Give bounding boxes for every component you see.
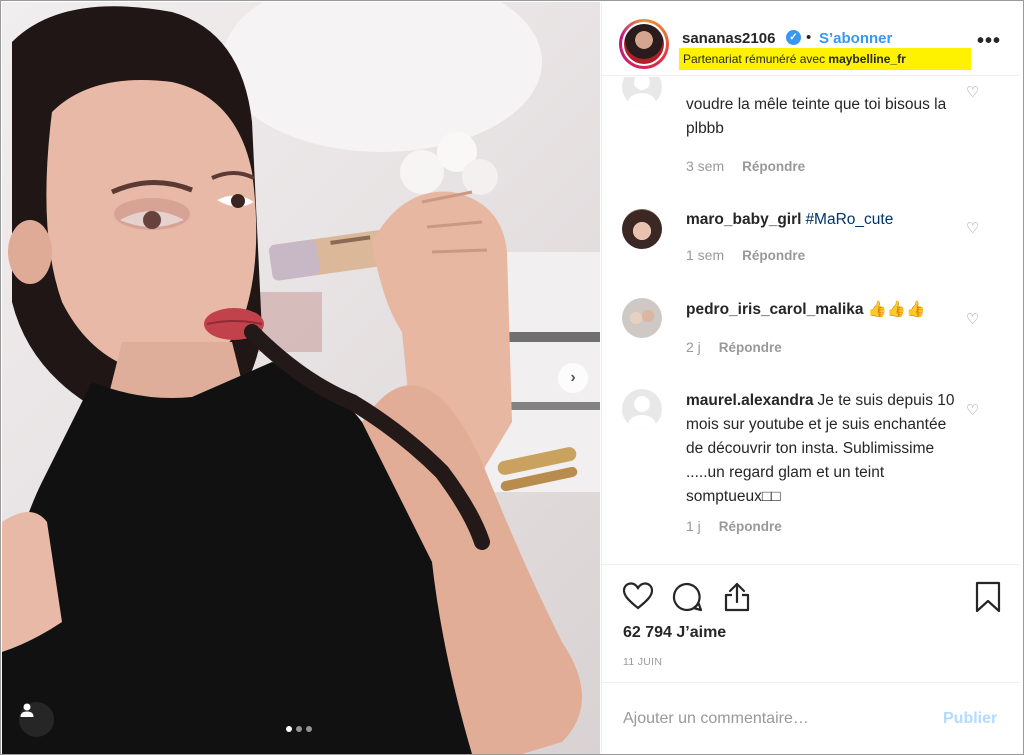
comment-body: maro_baby_girl #MaRo_cute [686, 208, 966, 232]
comment-time[interactable]: 3 sem [686, 158, 724, 174]
heart-icon[interactable] [622, 581, 654, 611]
comment-avatar[interactable] [622, 389, 662, 429]
add-comment-section: Publier [602, 682, 1020, 754]
carousel-dot [286, 726, 292, 732]
author-username[interactable]: sananas2106 [682, 30, 775, 47]
reply-button[interactable]: Répondre [742, 159, 805, 174]
comment-body: maurel.alexandra Je te suis depuis 10 moi… [686, 389, 966, 509]
author-avatar[interactable] [619, 19, 669, 69]
comment-like-icon[interactable]: ♡ [966, 310, 984, 328]
header-separator: • [806, 29, 812, 46]
comment-like-icon[interactable]: ♡ [966, 219, 984, 237]
comment-text: voudre la mêle teinte que toi bisous la … [686, 96, 947, 137]
comments-list[interactable]: voudre la mêle teinte que toi bisous la … [602, 77, 1020, 564]
comment-meta: 3 sem Répondre [686, 158, 805, 174]
share-icon[interactable] [722, 581, 752, 613]
post-header: sananas2106 ✓ • S’abonner Partenariat ré… [602, 2, 1020, 76]
comment-hashtag[interactable]: #MaRo_cute [805, 211, 893, 228]
comment-meta: 1 sem Répondre [686, 247, 805, 263]
post-actions: 62 794 J’aime 11 JUIN [602, 564, 1020, 682]
comment-avatar[interactable] [622, 209, 662, 249]
comment-username[interactable]: pedro_iris_carol_malika [686, 301, 864, 318]
comment-bubble-icon[interactable] [671, 581, 703, 613]
photo-illustration [2, 2, 600, 754]
comment-username[interactable]: maro_baby_girl [686, 211, 801, 228]
post-modal: › sananas2106 ✓ • S’abonner Partenariat … [0, 0, 1024, 755]
partnership-brand-link[interactable]: maybelline_fr [828, 52, 905, 66]
more-options-button[interactable]: ••• [977, 30, 1001, 53]
reply-button[interactable]: Répondre [719, 340, 782, 355]
comment-meta: 1 j Répondre [686, 518, 782, 534]
user-tags-button[interactable] [19, 702, 54, 737]
person-icon [20, 703, 34, 717]
follow-button[interactable]: S’abonner [819, 30, 892, 47]
comment-text: 👍👍👍 [867, 301, 926, 318]
comment-like-icon[interactable]: ♡ [966, 401, 984, 419]
post-photo[interactable]: › [2, 2, 600, 754]
partnership-prefix: Partenariat rémunéré avec [683, 52, 829, 66]
post-side-panel: sananas2106 ✓ • S’abonner Partenariat ré… [601, 2, 1020, 754]
comment-time[interactable]: 2 j [686, 339, 701, 355]
comment-meta: 2 j Répondre [686, 339, 782, 355]
chevron-right-icon: › [570, 369, 576, 386]
comment-like-icon[interactable]: ♡ [966, 83, 984, 101]
comment-time[interactable]: 1 sem [686, 247, 724, 263]
comment-avatar[interactable] [622, 298, 662, 338]
comment-time[interactable]: 1 j [686, 518, 701, 534]
likes-count[interactable]: 62 794 J’aime [623, 624, 726, 642]
bookmark-icon[interactable] [974, 581, 1002, 613]
carousel-dot [296, 726, 302, 732]
reply-button[interactable]: Répondre [742, 248, 805, 263]
carousel-indicator [286, 726, 312, 732]
comment-body: pedro_iris_carol_malika 👍👍👍 [686, 298, 966, 322]
paid-partnership-label: Partenariat rémunéré avec maybelline_fr [679, 48, 971, 70]
comment-input[interactable] [623, 705, 923, 733]
verified-badge-icon: ✓ [786, 30, 801, 45]
next-slide-button[interactable]: › [558, 363, 588, 393]
reply-button[interactable]: Répondre [719, 519, 782, 534]
post-date[interactable]: 11 JUIN [623, 656, 662, 668]
comment-body: voudre la mêle teinte que toi bisous la … [686, 93, 966, 141]
publish-button[interactable]: Publier [943, 710, 997, 728]
carousel-dot [306, 726, 312, 732]
comment-username[interactable]: maurel.alexandra [686, 392, 814, 409]
comment-avatar[interactable] [622, 77, 662, 107]
